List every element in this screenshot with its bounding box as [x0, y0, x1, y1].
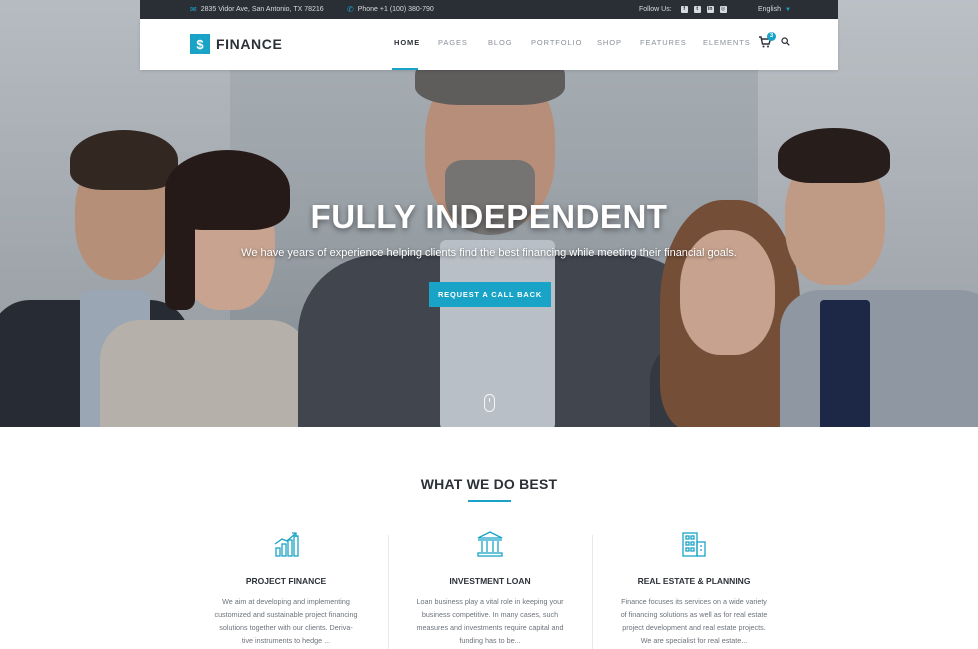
cart-count-badge: 3 — [767, 32, 776, 41]
main-navbar: $ FINANCE HOME PAGES BLOG PORTFOLIO SHOP… — [140, 19, 838, 70]
service-name: INVESTMENT LOAN — [449, 576, 531, 586]
column-divider — [592, 535, 593, 649]
hero-subtitle: We have years of experience helping clie… — [241, 247, 737, 259]
building-icon — [682, 532, 706, 557]
scroll-down-icon[interactable] — [484, 394, 495, 412]
phone-item: ✆ Phone +1 (100) 380-790 — [347, 0, 434, 19]
bar-chart-icon — [274, 532, 299, 557]
nav-item-portfolio[interactable]: PORTFOLIO — [531, 38, 582, 47]
bank-icon — [477, 531, 503, 557]
search-icon[interactable] — [781, 37, 790, 46]
service-name: REAL ESTATE & PLANNING — [637, 576, 751, 586]
service-description: We aim at developing and implementing cu… — [214, 597, 358, 645]
address-text: 2835 Vidor Ave, San Antonio, TX 78216 — [200, 6, 324, 13]
phone-text: Phone +1 (100) 380-790 — [357, 6, 434, 13]
mail-icon: ✉ — [190, 5, 197, 14]
follow-us: Follow Us: f t in ◎ — [639, 0, 727, 19]
service-name: PROJECT FINANCE — [245, 576, 327, 586]
top-info-bar: ✉ 2835 Vidor Ave, San Antonio, TX 78216 … — [140, 0, 838, 19]
dollar-logo-icon: $ — [190, 34, 210, 54]
logo-text: FINANCE — [216, 36, 283, 52]
language-label: English — [758, 6, 781, 13]
request-call-back-button[interactable]: REQUEST A CALL BACK — [429, 282, 551, 307]
site-logo[interactable]: $ FINANCE — [190, 34, 282, 54]
active-nav-indicator — [392, 68, 418, 70]
nav-item-blog[interactable]: BLOG — [488, 38, 512, 47]
nav-item-elements[interactable]: ELEMENTS — [703, 38, 751, 47]
section-title-underline — [468, 500, 511, 502]
nav-item-pages[interactable]: PAGES — [438, 38, 468, 47]
facebook-icon[interactable]: f — [680, 6, 688, 13]
chevron-down-icon: ▼ — [784, 6, 791, 13]
nav-item-home[interactable]: HOME — [394, 38, 420, 47]
service-investment-loan[interactable]: INVESTMENT LOAN Loan business play a vit… — [400, 530, 580, 647]
service-description: Finance focuses its services on a wide v… — [620, 597, 768, 645]
column-divider — [388, 535, 389, 649]
phone-icon: ✆ — [347, 5, 354, 14]
twitter-icon[interactable]: t — [693, 6, 701, 13]
nav-item-features[interactable]: FEATURES — [640, 38, 687, 47]
language-selector[interactable]: English ▼ — [758, 0, 791, 19]
service-project-finance[interactable]: PROJECT FINANCE We aim at developing and… — [196, 530, 376, 647]
instagram-icon[interactable]: ◎ — [719, 6, 727, 13]
linkedin-icon[interactable]: in — [706, 6, 714, 13]
section-title: WHAT WE DO BEST — [420, 476, 558, 492]
service-description: Loan business play a vital role in keepi… — [416, 597, 564, 645]
address-item: ✉ 2835 Vidor Ave, San Antonio, TX 78216 — [190, 0, 324, 19]
nav-item-shop[interactable]: SHOP — [597, 38, 622, 47]
service-real-estate[interactable]: REAL ESTATE & PLANNING Finance focuses i… — [604, 530, 784, 647]
hero-title: FULLY INDEPENDENT — [310, 198, 668, 235]
follow-us-label: Follow Us: — [639, 6, 672, 13]
